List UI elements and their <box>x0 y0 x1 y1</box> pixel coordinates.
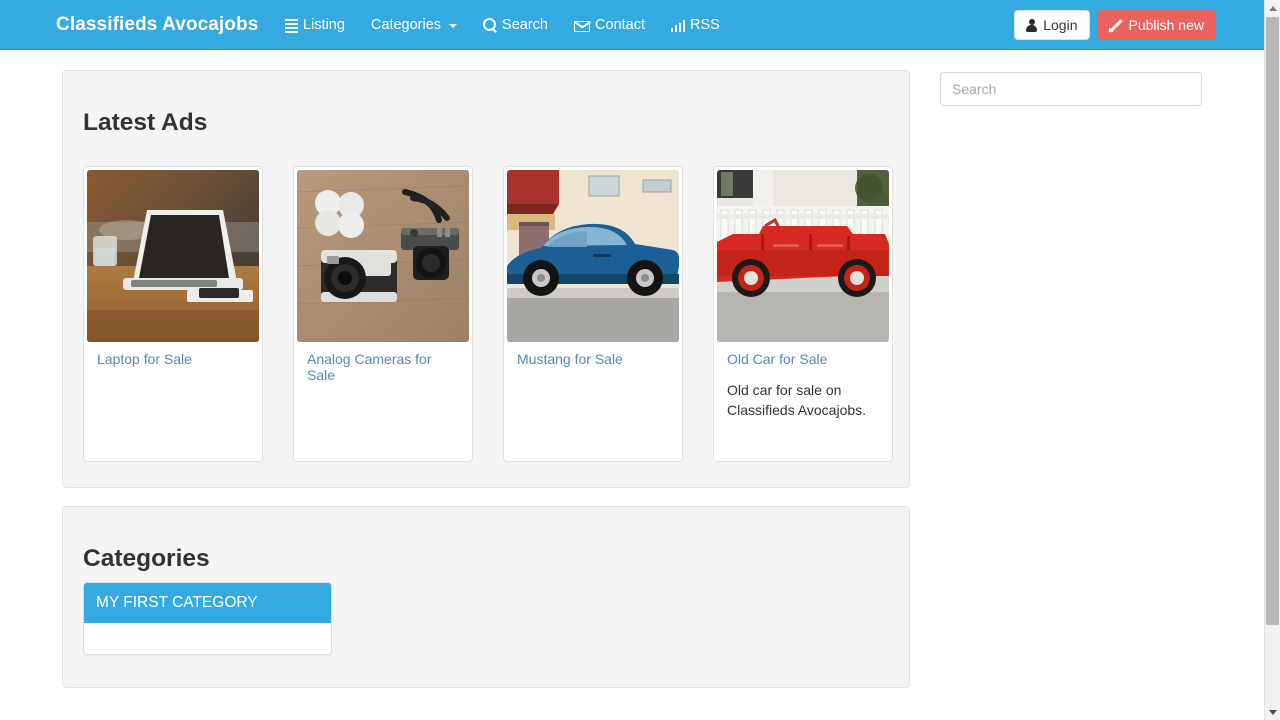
sidebar-search-input[interactable] <box>940 72 1202 106</box>
ad-card[interactable]: Mustang for Sale <box>503 166 683 462</box>
scroll-up-button[interactable] <box>1265 0 1280 16</box>
nav-item-rss-label: RSS <box>689 17 720 33</box>
envelope-icon <box>574 20 590 32</box>
chevron-down-icon <box>1268 709 1277 715</box>
top-navbar: Classifieds Avocajobs Listing Categories… <box>0 0 1264 50</box>
ad-card[interactable]: Laptop for Sale <box>83 166 263 462</box>
ad-card[interactable]: Old Car for Sale Old car for sale on Cla… <box>713 166 893 462</box>
chevron-up-icon <box>1268 5 1277 11</box>
user-icon <box>1026 18 1038 32</box>
nav-item-categories[interactable]: Categories <box>358 0 470 50</box>
nav-item-listing-label: Listing <box>303 17 345 33</box>
page-viewport: Classifieds Avocajobs Listing Categories… <box>0 0 1264 720</box>
latest-ads-title: Latest Ads <box>83 109 208 136</box>
brand-title[interactable]: Classifieds Avocajobs <box>56 13 258 37</box>
navbar-actions: Login Publish new <box>1014 10 1216 40</box>
nav-item-listing[interactable]: Listing <box>272 0 358 50</box>
ad-card[interactable]: Analog Cameras for Sale <box>293 166 473 462</box>
publish-new-button-label: Publish new <box>1128 17 1205 33</box>
scrollbar-thumb[interactable] <box>1266 17 1279 625</box>
nav-item-categories-label: Categories <box>370 17 442 33</box>
ad-card-title[interactable]: Analog Cameras for Sale <box>307 351 459 383</box>
chevron-down-icon <box>449 24 458 28</box>
publish-new-button[interactable]: Publish new <box>1096 10 1216 40</box>
scroll-down-button[interactable] <box>1265 704 1280 720</box>
ad-thumbnail-cameras[interactable] <box>297 170 469 342</box>
search-icon <box>483 18 497 32</box>
latest-ads-list: Laptop for Sale Analog Cameras for Sale … <box>83 166 893 462</box>
ad-thumbnail-mustang[interactable] <box>507 170 679 342</box>
latest-ads-panel: Latest Ads Laptop for Sale Analog Camera… <box>62 70 910 488</box>
vertical-scrollbar[interactable] <box>1264 0 1280 720</box>
ad-card-title[interactable]: Old Car for Sale <box>727 351 879 368</box>
category-item-my-first-category[interactable]: MY FIRST CATEGORY <box>84 583 331 623</box>
list-icon <box>285 19 298 33</box>
nav-item-contact[interactable]: Contact <box>561 0 658 50</box>
login-button-label: Login <box>1043 17 1078 33</box>
ad-thumbnail-old-car[interactable] <box>717 170 889 342</box>
category-list: MY FIRST CATEGORY <box>83 582 332 655</box>
nav-item-rss[interactable]: RSS <box>658 0 733 50</box>
login-button[interactable]: Login <box>1014 10 1090 40</box>
nav-item-contact-label: Contact <box>595 17 645 33</box>
nav-item-search[interactable]: Search <box>470 0 561 50</box>
pencil-icon <box>1109 18 1123 32</box>
ad-card-description: Old car for sale on Classifieds Avocajob… <box>727 381 867 418</box>
categories-title: Categories <box>83 545 210 572</box>
category-item-body <box>84 623 331 654</box>
nav-links: Listing Categories Search Contact RSS <box>272 0 733 50</box>
categories-panel: Categories MY FIRST CATEGORY <box>62 506 910 688</box>
signal-icon <box>670 20 685 32</box>
ad-card-title[interactable]: Mustang for Sale <box>517 351 669 368</box>
nav-item-search-label: Search <box>502 17 548 33</box>
ad-card-title[interactable]: Laptop for Sale <box>97 351 249 368</box>
main-content: Latest Ads Laptop for Sale Analog Camera… <box>0 50 1264 720</box>
ad-thumbnail-laptop[interactable] <box>87 170 259 342</box>
